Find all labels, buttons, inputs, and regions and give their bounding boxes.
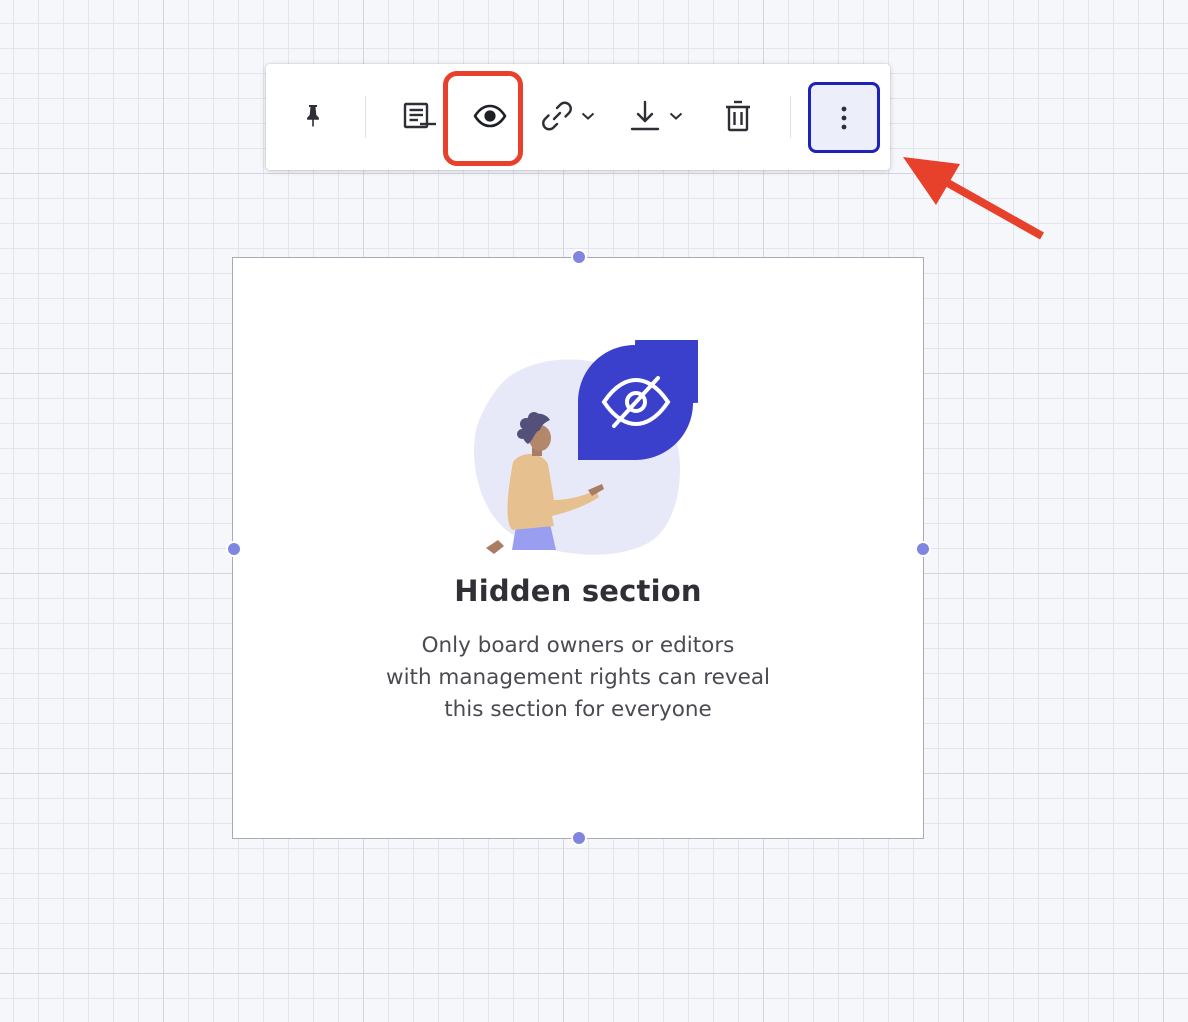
hide-section-button[interactable]	[468, 94, 512, 138]
chevron-down-icon	[581, 112, 595, 120]
link-button[interactable]	[540, 94, 604, 138]
delete-button[interactable]	[720, 94, 756, 138]
eye-icon	[473, 104, 507, 128]
more-options-button[interactable]	[808, 82, 880, 153]
toolbar-separator	[365, 96, 366, 138]
chevron-down-icon	[669, 112, 683, 120]
resize-handle-bottom[interactable]	[571, 830, 587, 846]
resize-handle-right[interactable]	[915, 541, 931, 557]
section-toolbar	[266, 64, 890, 170]
trash-icon	[726, 100, 750, 132]
description-line: with management rights can reveal	[385, 665, 770, 690]
pin-button[interactable]	[296, 94, 330, 138]
resize-handle-left[interactable]	[226, 541, 242, 557]
description-line: Only board owners or editors	[421, 633, 735, 658]
hidden-section-illustration	[473, 340, 698, 555]
description-button[interactable]	[400, 94, 440, 138]
download-icon	[630, 100, 660, 131]
link-icon	[542, 101, 572, 131]
pin-icon	[307, 105, 319, 127]
kebab-icon	[841, 106, 847, 129]
download-button[interactable]	[628, 94, 694, 138]
resize-handle-top[interactable]	[571, 249, 587, 265]
description-line: this section for everyone	[444, 697, 712, 722]
toolbar-separator	[790, 96, 791, 138]
lines-icon	[403, 102, 436, 129]
hidden-section-description: Only board owners or editors with manage…	[232, 630, 924, 726]
hidden-section-title: Hidden section	[454, 574, 702, 608]
